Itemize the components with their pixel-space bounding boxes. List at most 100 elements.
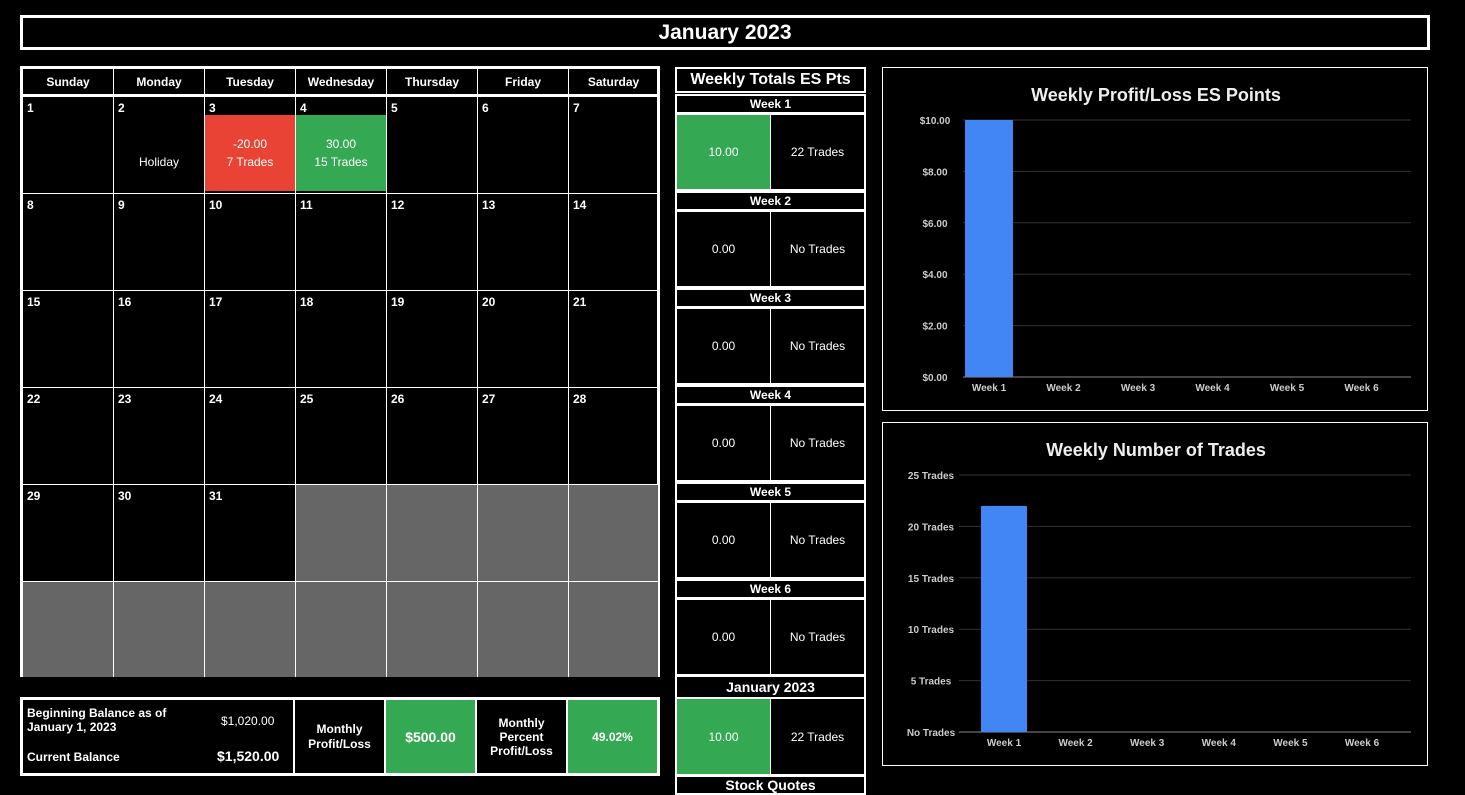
day-number: 14 — [573, 198, 587, 212]
day-summary: -20.00 7 Trades — [205, 115, 295, 191]
day-cell[interactable]: 26 — [387, 388, 478, 485]
day-cell[interactable]: 13 — [478, 194, 569, 291]
y-tick-label: $4.00 — [922, 270, 947, 281]
y-tick-label: 20 Trades — [908, 522, 955, 533]
day-number: 10 — [209, 198, 223, 212]
month-total-value: 10.00 — [677, 699, 771, 774]
day-cell[interactable]: 9 — [114, 194, 205, 291]
balance-section: Beginning Balance as of January 1, 2023 … — [23, 700, 295, 773]
day-cell[interactable]: 22 — [23, 388, 114, 485]
day-number: 12 — [391, 198, 405, 212]
day-number: 5 — [391, 101, 398, 115]
day-cell[interactable]: 21 — [569, 291, 658, 388]
day-number: 20 — [482, 295, 496, 309]
week-total-box: 0.00 No Trades — [675, 210, 866, 288]
day-number: 31 — [209, 489, 223, 503]
week-label: Week 2 — [675, 191, 866, 211]
week-label: Week 5 — [675, 482, 866, 502]
beginning-balance-label: Beginning Balance as of January 1, 2023 — [27, 706, 167, 734]
day-cell[interactable]: 18 — [296, 291, 387, 388]
y-tick-label: No Trades — [907, 728, 956, 739]
day-number: 16 — [118, 295, 132, 309]
day-cell[interactable]: 3 -20.00 7 Trades — [205, 97, 296, 194]
x-tick-label: Week 5 — [1273, 738, 1308, 749]
day-number: 25 — [300, 392, 314, 406]
y-tick-label: 25 Trades — [908, 471, 955, 482]
day-cell[interactable]: 6 — [478, 97, 569, 194]
empty-day-cell — [569, 485, 658, 582]
day-cell[interactable]: 16 — [114, 291, 205, 388]
x-tick-label: Week 1 — [972, 383, 1007, 394]
day-cell[interactable]: 1 — [23, 97, 114, 194]
day-header-friday: Friday — [478, 69, 569, 94]
week-value: 0.00 — [677, 503, 771, 577]
day-cell[interactable]: 30 — [114, 485, 205, 582]
y-tick-label: $2.00 — [922, 322, 947, 333]
day-cell[interactable]: 23 — [114, 388, 205, 485]
day-number: 15 — [27, 295, 41, 309]
calendar-grid: Sunday Monday Tuesday Wednesday Thursday Frid… — [23, 69, 658, 677]
day-summary: 30.00 15 Trades — [296, 115, 386, 191]
current-balance-value: $1,520.00 — [217, 748, 280, 764]
day-number: 19 — [391, 295, 405, 309]
day-cell[interactable]: 29 — [23, 485, 114, 582]
day-cell[interactable]: 20 — [478, 291, 569, 388]
x-tick-label: Week 5 — [1270, 383, 1305, 394]
week-value: 0.00 — [677, 212, 771, 286]
week-total-box: 10.00 22 Trades — [675, 113, 866, 191]
empty-day-cell — [478, 485, 569, 582]
day-number: 11 — [300, 198, 313, 212]
y-tick-label: 5 Trades — [911, 677, 952, 688]
month-total-box: 10.00 22 Trades — [675, 697, 866, 776]
empty-day-cell — [296, 582, 387, 677]
day-cell[interactable]: 27 — [478, 388, 569, 485]
day-header-saturday: Saturday — [587, 74, 640, 89]
day-cell[interactable]: 28 — [569, 388, 658, 485]
day-cell[interactable]: 19 — [387, 291, 478, 388]
day-cell[interactable]: 2 Holiday — [114, 97, 205, 194]
day-number: 2 — [118, 101, 125, 115]
day-pl: -20.00 — [232, 137, 268, 151]
y-tick-label: 15 Trades — [908, 574, 955, 585]
x-tick-label: Week 2 — [1058, 738, 1093, 749]
monthly-pct-value: 49.02% — [568, 700, 657, 773]
month-total-label: January 2023 — [675, 675, 866, 699]
day-cell[interactable]: 31 — [205, 485, 296, 582]
empty-day-cell — [387, 582, 478, 677]
day-cell[interactable]: 7 — [569, 97, 658, 194]
day-number: 13 — [482, 198, 496, 212]
monthly-pct-label-cell: Monthly Percent Profit/Loss — [477, 700, 568, 773]
day-cell[interactable]: 15 — [23, 291, 114, 388]
day-cell[interactable]: 14 — [569, 194, 658, 291]
day-cell[interactable]: 10 — [205, 194, 296, 291]
week-value: 0.00 — [677, 309, 771, 383]
x-tick-label: Week 4 — [1202, 738, 1237, 749]
day-pl: 30.00 — [325, 137, 357, 151]
bar — [981, 505, 1027, 732]
day-cell[interactable]: 12 — [387, 194, 478, 291]
day-cell[interactable]: 5 — [387, 97, 478, 194]
day-cell[interactable]: 8 — [23, 194, 114, 291]
empty-day-cell — [569, 582, 658, 677]
day-trades: 7 Trades — [226, 155, 274, 169]
monthly-pct-label: Monthly Percent Profit/Loss — [490, 715, 553, 758]
day-number: 26 — [391, 392, 405, 406]
day-header-thursday: Thursday — [387, 69, 478, 94]
pl-chart-svg: Weekly Profit/Loss ES Points $0.00 $2.00 $4… — [920, 85, 1411, 394]
week-label: Week 6 — [675, 579, 866, 599]
beginning-balance-value: $1,020.00 — [221, 714, 275, 728]
stock-quotes-tab[interactable]: Stock Quotes — [675, 775, 866, 795]
day-header-monday: Monday — [114, 69, 205, 94]
chart-title: Weekly Profit/Loss ES Points — [1031, 85, 1281, 105]
day-cell[interactable]: 24 — [205, 388, 296, 485]
day-header-wednesday: Wednesday — [296, 69, 387, 94]
day-number: 1 — [27, 101, 34, 115]
x-tick-label: Week 3 — [1130, 738, 1165, 749]
day-cell[interactable]: 17 — [205, 291, 296, 388]
day-cell[interactable]: 25 — [296, 388, 387, 485]
day-cell[interactable]: 11 — [296, 194, 387, 291]
day-number: 8 — [27, 198, 34, 212]
day-cell[interactable]: 4 30.00 15 Trades — [296, 97, 387, 194]
day-trades: 15 Trades — [314, 155, 368, 169]
empty-day-cell — [387, 485, 478, 582]
